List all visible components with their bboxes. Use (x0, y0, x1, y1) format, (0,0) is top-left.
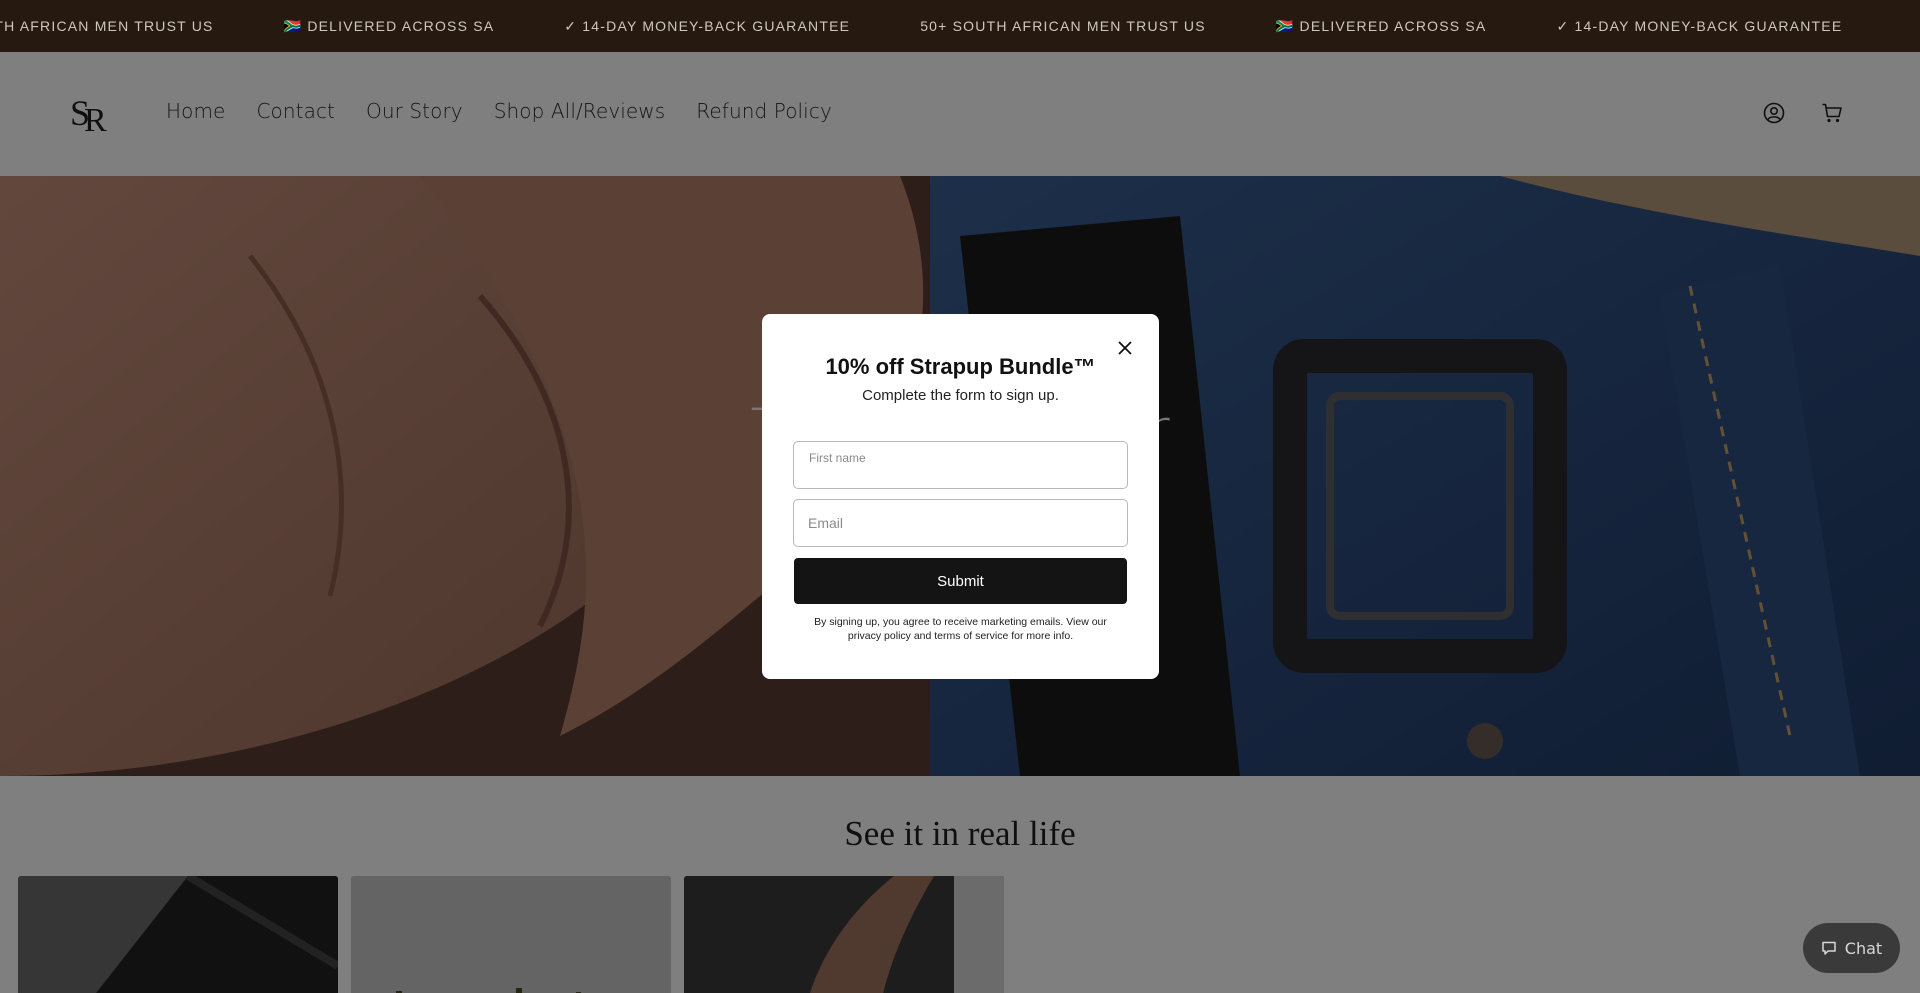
announcement-item: 🇿🇦 DELIVERED ACROSS SA (1275, 17, 1487, 34)
announcement-bar: 50+ SOUTH AFRICAN MEN TRUST US 🇿🇦 DELIVE… (0, 0, 1920, 52)
page: 50+ SOUTH AFRICAN MEN TRUST US 🇿🇦 DELIVE… (0, 0, 1920, 993)
popup-subtitle: Complete the form to sign up. (862, 387, 1059, 404)
announcement-item: 50+ SOUTH AFRICAN MEN TRUST US (920, 18, 1206, 34)
first-name-input[interactable] (808, 442, 1113, 488)
submit-button[interactable]: Submit (794, 558, 1127, 604)
close-icon-graphic (1118, 341, 1132, 355)
chat-label: Chat (1844, 938, 1883, 958)
announcement-track: 50+ SOUTH AFRICAN MEN TRUST US 🇿🇦 DELIVE… (0, 0, 1912, 52)
announcement-item: ✓ 14-DAY MONEY-BACK GUARANTEE (564, 17, 851, 34)
chat-button[interactable]: Chat (1803, 923, 1900, 973)
email-input[interactable] (808, 500, 1113, 546)
announcement-item: ✓ 14-DAY MONEY-BACK GUARANTEE (1556, 17, 1843, 34)
popup-title: 10% off Strapup Bundle™ (825, 354, 1096, 379)
announcement-item: 🇿🇦 DELIVERED ACROSS SA (283, 17, 495, 34)
signup-popup: 10% off Strapup Bundle™ Complete the for… (762, 314, 1159, 679)
popup-disclaimer: By signing up, you agree to receive mark… (814, 616, 1107, 642)
announcement-item: 50+ SOUTH AFRICAN MEN TRUST US (0, 18, 214, 34)
first-name-field[interactable]: First name (793, 441, 1128, 489)
email-field[interactable] (793, 499, 1128, 547)
chat-bubble-icon (1822, 941, 1836, 955)
